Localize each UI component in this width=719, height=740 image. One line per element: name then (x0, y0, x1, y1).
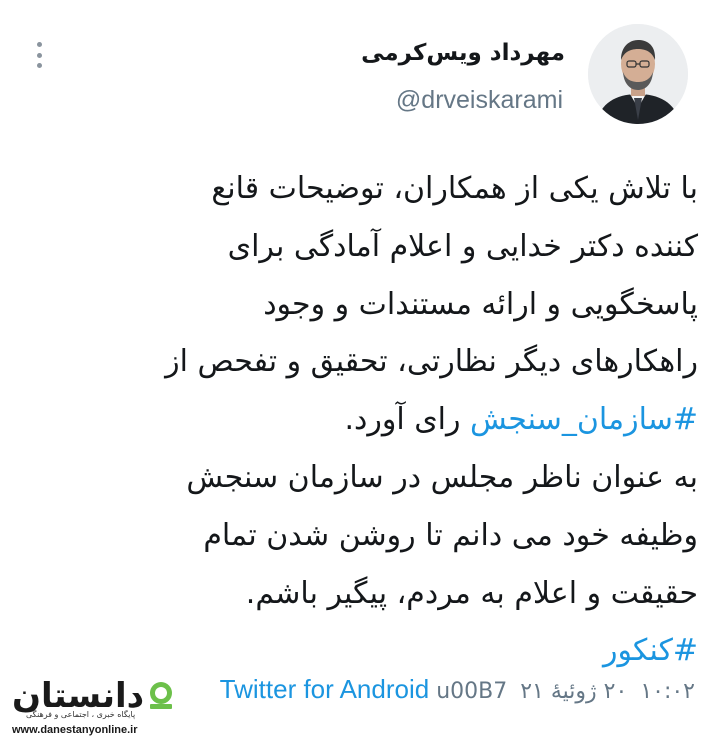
avatar-image (588, 24, 688, 124)
watermark-url: www.danestanyonline.ir (12, 724, 138, 736)
author-handle[interactable]: @drveiskarami (396, 86, 563, 115)
more-dot (36, 42, 42, 47)
tweet-text-segment: راهکارهای دیگر نظارتی، تحقیق و تفحص از (165, 344, 698, 380)
tweet-line: وظیفه خود می دانم تا روشن شدن تمام (68, 507, 698, 565)
tweet-line: کننده دکتر خدایی و اعلام آمادگی برای (68, 218, 698, 276)
site-watermark: دانستان پایگاه خبری ، اجتماعی و فرهنگی w… (12, 676, 274, 738)
tweet-line: پاسخگویی و ارائه مستندات و وجود (68, 276, 698, 334)
tweet-line: با تلاش یکی از همکاران، توضیحات قانع (68, 160, 698, 218)
tweet-text-segment: به عنوان ناظر مجلس در سازمان سنجش (186, 459, 698, 495)
hashtag-link[interactable]: #سازمان_سنجش (470, 402, 698, 437)
tweet-meta: ۱۰:۰۲ ۲۰ ژوئیهٔ ۲۱ u00B7 Twitter for And… (220, 674, 695, 705)
tweet-line: حقیقت و اعلام به مردم، پیگیر باشم. (68, 565, 698, 623)
tweet-text-segment: پاسخگویی و ارائه مستندات و وجود (263, 286, 698, 322)
meta-separator: u00B7 (436, 679, 508, 704)
tweet-text-segment: با تلاش یکی از همکاران، توضیحات قانع (211, 171, 698, 206)
tweet-text-segment: حقیقت و اعلام به مردم، پیگیر باشم. (245, 575, 698, 611)
author-name[interactable]: مهرداد ویس‌کرمی (361, 40, 565, 66)
watermark-subtitle: پایگاه خبری ، اجتماعی و فرهنگی (26, 710, 136, 719)
more-dot (36, 52, 42, 58)
tweet-line: #سازمان_سنجش رای آورد. (68, 391, 698, 449)
tweet-text-segment: رای آورد. (344, 402, 471, 438)
tweet-text-segment: وظیفه خود می دانم تا روشن شدن تمام (203, 517, 698, 553)
tweet-text-segment: کننده دکتر خدایی و اعلام آمادگی برای (227, 228, 698, 264)
tweet-line: راهکارهای دیگر نظارتی، تحقیق و تفحص از (68, 333, 698, 391)
avatar[interactable] (588, 24, 688, 124)
tweet-time: ۱۰:۰۲ (640, 679, 695, 704)
watermark-badge-icon (150, 682, 172, 709)
more-dot (36, 63, 42, 68)
tweet-line: به عنوان ناظر مجلس در سازمان سنجش (68, 449, 698, 507)
more-options-icon[interactable] (34, 42, 44, 68)
hashtag-link[interactable]: #کنکور (603, 633, 698, 668)
tweet-date: ۲۰ ژوئیهٔ ۲۱ (520, 679, 628, 704)
tweet-line: #کنکور (68, 622, 698, 680)
tweet-text: با تلاش یکی از همکاران، توضیحات قانع کنند… (68, 160, 698, 680)
